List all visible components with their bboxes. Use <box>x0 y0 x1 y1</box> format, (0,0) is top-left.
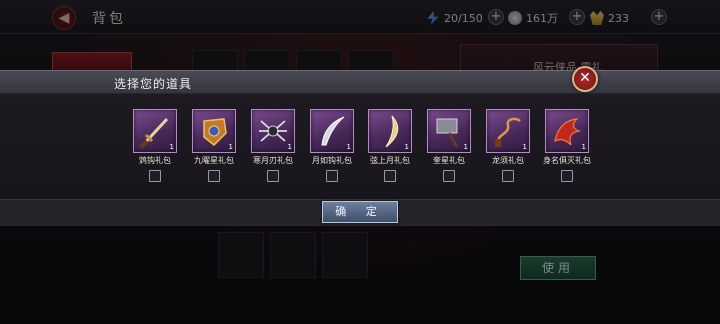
item-count: 1 <box>228 143 233 151</box>
item-tile[interactable]: 1 <box>486 109 530 153</box>
item-count: 1 <box>581 143 586 151</box>
whip-icon <box>495 117 521 147</box>
item-card: 1 身名俱灭礼包 <box>543 109 591 182</box>
item-checkbox[interactable] <box>384 170 396 182</box>
armor-icon <box>203 118 227 147</box>
item-count: 1 <box>287 143 292 151</box>
sword-icon <box>139 117 169 149</box>
item-card: 1 九曜星礼包 <box>192 109 236 182</box>
spider-claw-icon <box>259 120 287 142</box>
item-checkbox[interactable] <box>267 170 279 182</box>
item-card: 1 奎星礼包 <box>427 109 471 182</box>
confirm-button[interactable]: 确 定 <box>322 201 398 223</box>
item-tile[interactable]: 1 <box>251 109 295 153</box>
item-checkbox[interactable] <box>208 170 220 182</box>
hammer-icon <box>436 118 459 148</box>
item-count: 1 <box>522 143 527 151</box>
item-card: 1 鸩钩礼包 <box>133 109 177 182</box>
item-checkbox[interactable] <box>502 170 514 182</box>
item-checkbox[interactable] <box>561 170 573 182</box>
item-checkbox[interactable] <box>326 170 338 182</box>
item-name: 身名俱灭礼包 <box>543 156 591 165</box>
item-card: 1 弦上月礼包 <box>368 109 412 182</box>
dragon-claw-icon <box>554 118 582 146</box>
modal-header: 选择您的道具 <box>0 70 720 94</box>
item-tile[interactable]: 1 <box>545 109 589 153</box>
close-icon[interactable]: ✕ <box>572 66 598 92</box>
item-card: 1 寒月刃礼包 <box>251 109 295 182</box>
item-card: 1 月如钩礼包 <box>310 109 354 182</box>
item-tile[interactable]: 1 <box>192 109 236 153</box>
item-card: 1 龙须礼包 <box>486 109 530 182</box>
modal-body <box>0 94 720 200</box>
item-tile[interactable]: 1 <box>427 109 471 153</box>
curved-blade-icon <box>321 116 345 146</box>
item-tile[interactable]: 1 <box>133 109 177 153</box>
item-checkbox[interactable] <box>149 170 161 182</box>
modal-title: 选择您的道具 <box>114 77 193 91</box>
item-count: 1 <box>404 143 409 151</box>
item-tile[interactable]: 1 <box>368 109 412 153</box>
item-checkbox[interactable] <box>443 170 455 182</box>
item-count: 1 <box>463 143 468 151</box>
crescent-blade-icon <box>385 115 399 148</box>
item-count: 1 <box>169 143 174 151</box>
item-count: 1 <box>346 143 351 151</box>
item-tile[interactable]: 1 <box>310 109 354 153</box>
